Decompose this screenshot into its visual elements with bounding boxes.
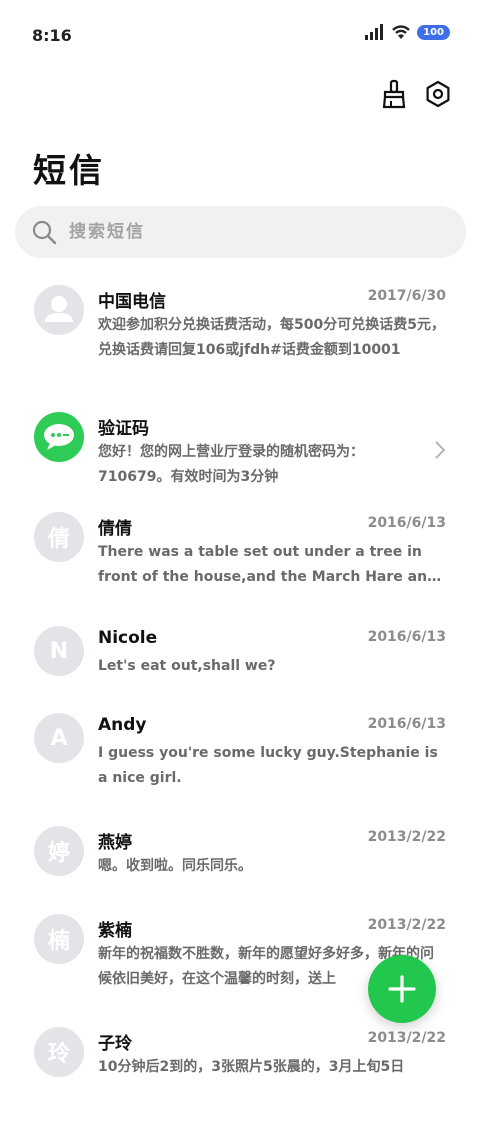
contact-name: 子玲 [98,1034,132,1054]
avatar [34,412,84,462]
battery-indicator: 100 [417,24,450,40]
conversation-item[interactable]: 倩 倩倩 2016/6/13 There was a table set out… [0,512,480,612]
conversation-item[interactable]: 验证码 您好！您的网上营业厅登录的随机密码为：710679。有效时间为3分钟 [0,412,480,512]
status-bar: 8:16 100 [0,0,480,70]
signal-icon [365,24,384,40]
contact-name: 倩倩 [98,519,132,539]
message-preview: I guess you're some lucky guy.Stephanie … [98,745,438,786]
avatar: N [34,626,84,676]
page-title: 短信 [33,151,105,190]
message-date: 2016/6/13 [367,629,446,645]
message-date: 2017/6/30 [367,288,446,304]
message-date: 2016/6/13 [367,515,446,531]
status-icons: 100 [365,24,450,40]
search-icon [32,220,57,245]
avatar: 楠 [34,914,84,964]
plus-icon [388,975,416,1003]
contact-name: 紫楠 [98,921,132,941]
contact-name: Nicole [98,628,158,648]
conversation-item[interactable]: 婷 燕婷 2013/2/22 嗯。收到啦。同乐同乐。 [0,826,480,926]
message-preview: 嗯。收到啦。同乐同乐。 [98,858,252,874]
wifi-icon [392,25,410,39]
clean-brush-button[interactable] [377,77,411,111]
message-icon [44,424,74,450]
message-preview: 您好！您的网上营业厅登录的随机密码为：710679。有效时间为3分钟 [98,444,364,485]
contact-name: 燕婷 [98,833,132,853]
gear-icon [426,80,450,108]
message-date: 2016/6/13 [367,716,446,732]
conversation-item[interactable]: 中国电信 2017/6/30 欢迎参加积分兑换话费活动，每500分可兑换话费5元… [0,285,480,385]
avatar: 倩 [34,512,84,562]
message-preview: 欢迎参加积分兑换话费活动，每500分可兑换话费5元，兑换话费请回复106或jfd… [98,317,445,358]
conversation-item[interactable]: N Nicole 2016/6/13 Let's eat out,shall w… [0,626,480,726]
message-preview: Let's eat out,shall we? [98,658,276,674]
new-message-button[interactable] [368,955,436,1023]
brush-icon [382,79,406,109]
message-preview: 10分钟后2到的，3张照片5张晨的，3月上旬5日 [98,1059,405,1075]
search-input[interactable] [69,218,449,246]
message-date: 2013/2/22 [367,1030,446,1046]
avatar: 婷 [34,826,84,876]
chevron-right-icon [435,441,446,459]
contact-name: Andy [98,715,147,735]
avatar [34,285,84,335]
contact-name: 验证码 [98,419,149,439]
avatar: 玲 [34,1027,84,1077]
search-bar[interactable] [15,206,466,258]
conversation-item[interactable]: A Andy 2016/6/13 I guess you're some luc… [0,713,480,813]
message-date: 2013/2/22 [367,829,446,845]
conversation-item[interactable]: 玲 子玲 2013/2/22 10分钟后2到的，3张照片5张晨的，3月上旬5日 [0,1027,480,1127]
message-preview: There was a table set out under a tree i… [98,544,438,585]
message-date: 2013/2/22 [367,917,446,933]
status-time: 8:16 [32,26,72,45]
contact-name: 中国电信 [98,292,166,312]
settings-button[interactable] [421,77,455,111]
avatar: A [34,713,84,763]
person-icon [45,296,73,322]
